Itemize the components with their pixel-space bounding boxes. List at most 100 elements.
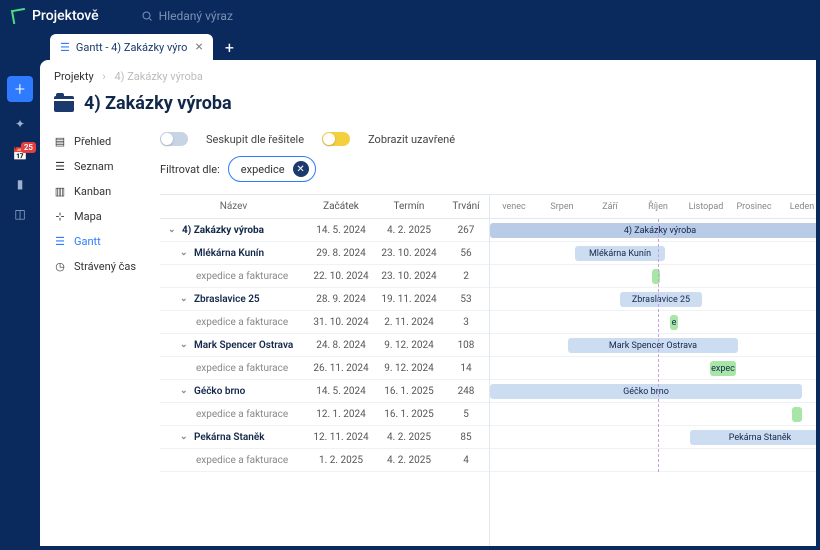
row-end: 4. 2. 2025 xyxy=(375,225,443,236)
row-start: 24. 8. 2024 xyxy=(307,340,375,351)
table-row[interactable]: expedice a fakturace31. 10. 20242. 11. 2… xyxy=(160,311,489,334)
logo[interactable]: Projektově xyxy=(12,8,99,24)
gantt-icon: ☰ xyxy=(60,41,70,54)
gantt-bar[interactable]: expec xyxy=(710,361,736,376)
row-name: Pekárna Staněk xyxy=(194,432,265,443)
row-start: 31. 10. 2024 xyxy=(307,317,375,328)
inbox-icon[interactable]: ◫ xyxy=(12,206,28,222)
global-search[interactable]: Hledaný výraz xyxy=(141,9,233,23)
row-name: expedice a fakturace xyxy=(196,409,288,420)
tabbar: ☰ Gantt - 4) Zakázky výro × + xyxy=(0,32,820,60)
header-start[interactable]: Začátek xyxy=(307,201,375,212)
chevron-down-icon[interactable]: ⌄ xyxy=(180,340,190,350)
timeline-months: venecSrpenZáříŘíjenListopadProsinecLeden… xyxy=(490,195,816,219)
row-end: 2. 11. 2024 xyxy=(375,317,443,328)
row-start: 26. 11. 2024 xyxy=(307,363,375,374)
row-start: 12. 11. 2024 xyxy=(307,432,375,443)
calendar-icon[interactable]: 📅25 xyxy=(12,146,28,162)
nav-map[interactable]: ⊹Mapa xyxy=(48,205,152,228)
row-duration: 3 xyxy=(443,317,489,328)
row-duration: 267 xyxy=(443,225,489,236)
table-row[interactable]: ⌄Zbraslavice 2528. 9. 202419. 11. 202453 xyxy=(160,288,489,311)
nav-kanban[interactable]: ▥Kanban xyxy=(48,180,152,203)
row-name: expedice a fakturace xyxy=(196,455,288,466)
gantt-row: Mark Spencer Ostrava xyxy=(490,334,816,357)
gantt-bar[interactable]: Pekárna Staněk xyxy=(690,430,816,445)
table-row[interactable]: ⌄Mlékárna Kunín29. 8. 202423. 10. 202456 xyxy=(160,242,489,265)
notification-badge: 25 xyxy=(21,142,36,153)
row-duration: 4 xyxy=(443,455,489,466)
gantt-bar[interactable]: Géčko brno xyxy=(490,384,802,399)
clear-filter-icon[interactable]: ✕ xyxy=(293,161,309,177)
today-line xyxy=(658,219,659,472)
filter-pill[interactable]: expedice ✕ xyxy=(228,156,316,182)
gantt-bar[interactable]: e xyxy=(670,315,678,330)
toggle-label-closed: Zobrazit uzavřené xyxy=(368,133,455,146)
gantt-bar[interactable] xyxy=(792,407,802,422)
table-row[interactable]: ⌄4) Zakázky výroba14. 5. 20244. 2. 20252… xyxy=(160,219,489,242)
gantt-bar[interactable]: Mlékárna Kunín xyxy=(575,246,665,261)
grid-header: Název Začátek Termín Trvání xyxy=(160,195,489,219)
gantt-timeline[interactable]: venecSrpenZáříŘíjenListopadProsinecLeden… xyxy=(490,195,816,546)
chevron-right-icon: › xyxy=(102,70,105,83)
chevron-down-icon[interactable]: ⌄ xyxy=(168,225,178,235)
folder-icon[interactable]: ▮ xyxy=(12,176,28,192)
header-duration[interactable]: Trvání xyxy=(443,201,489,212)
gantt-bar[interactable]: Mark Spencer Ostrava xyxy=(568,338,738,353)
tab-gantt[interactable]: ☰ Gantt - 4) Zakázky výro × xyxy=(50,34,213,60)
close-icon[interactable]: × xyxy=(195,39,202,55)
row-end: 4. 2. 2025 xyxy=(375,455,443,466)
search-icon xyxy=(141,10,153,22)
chevron-down-icon[interactable]: ⌄ xyxy=(180,294,190,304)
add-tab-button[interactable]: + xyxy=(217,36,242,60)
row-duration: 2 xyxy=(443,271,489,282)
iconbar: + ✦ 📅25 ▮ ◫ xyxy=(0,60,40,222)
breadcrumb-root[interactable]: Projekty xyxy=(54,70,94,83)
folder-icon xyxy=(54,96,74,112)
chevron-down-icon[interactable]: ⌄ xyxy=(180,248,190,258)
gantt-container: Název Začátek Termín Trvání ⌄4) Zakázky … xyxy=(160,194,816,546)
row-end: 23. 10. 2024 xyxy=(375,271,443,282)
gantt-row: Pekárna Staněk xyxy=(490,426,816,449)
add-button[interactable]: + xyxy=(7,76,33,102)
month-header: Září xyxy=(586,195,634,218)
row-start: 14. 5. 2024 xyxy=(307,225,375,236)
toggle-group-by-solver[interactable] xyxy=(160,132,188,146)
row-name: Mlékárna Kunín xyxy=(194,248,264,259)
gantt-bar[interactable]: Zbraslavice 25 xyxy=(620,292,702,307)
chevron-down-icon[interactable]: ⌄ xyxy=(180,432,190,442)
kanban-icon: ▥ xyxy=(54,186,66,198)
header-end[interactable]: Termín xyxy=(375,201,443,212)
nav-overview[interactable]: ▤Přehled xyxy=(48,130,152,153)
gantt-row: expec xyxy=(490,357,816,380)
gantt-bar[interactable]: 4) Zakázky výroba xyxy=(490,223,816,238)
month-header: Leden xyxy=(778,195,816,218)
nav-gantt[interactable]: ☰Gantt xyxy=(48,230,152,253)
chevron-down-icon[interactable]: ⌄ xyxy=(180,386,190,396)
table-row[interactable]: expedice a fakturace1. 2. 20254. 2. 2025… xyxy=(160,449,489,472)
table-row[interactable]: ⌄Mark Spencer Ostrava24. 8. 20249. 12. 2… xyxy=(160,334,489,357)
toggle-show-closed[interactable] xyxy=(322,132,350,146)
star-icon[interactable]: ✦ xyxy=(12,116,28,132)
row-duration: 56 xyxy=(443,248,489,259)
month-header: Listopad xyxy=(682,195,730,218)
row-duration: 14 xyxy=(443,363,489,374)
table-row[interactable]: ⌄Pekárna Staněk12. 11. 20244. 2. 202585 xyxy=(160,426,489,449)
nav-time[interactable]: ◷Strávený čas xyxy=(48,255,152,278)
gantt-row: Géčko brno xyxy=(490,380,816,403)
row-end: 9. 12. 2024 xyxy=(375,340,443,351)
breadcrumb: Projekty › 4) Zakázky výroba xyxy=(40,60,816,89)
month-header: Srpen xyxy=(538,195,586,218)
map-icon: ⊹ xyxy=(54,211,66,223)
header-name[interactable]: Název xyxy=(160,201,307,212)
table-row[interactable]: expedice a fakturace22. 10. 202423. 10. … xyxy=(160,265,489,288)
filter-row: Filtrovat dle: expedice ✕ xyxy=(160,156,816,194)
table-row[interactable]: expedice a fakturace12. 1. 202416. 1. 20… xyxy=(160,403,489,426)
row-end: 16. 1. 2025 xyxy=(375,409,443,420)
row-duration: 53 xyxy=(443,294,489,305)
nav-list[interactable]: ☰Seznam xyxy=(48,155,152,178)
month-header: venec xyxy=(490,195,538,218)
table-row[interactable]: expedice a fakturace26. 11. 20249. 12. 2… xyxy=(160,357,489,380)
toolbar: Seskupit dle řešitele Zobrazit uzavřené xyxy=(160,126,816,156)
table-row[interactable]: ⌄Géčko brno14. 5. 202416. 1. 2025248 xyxy=(160,380,489,403)
